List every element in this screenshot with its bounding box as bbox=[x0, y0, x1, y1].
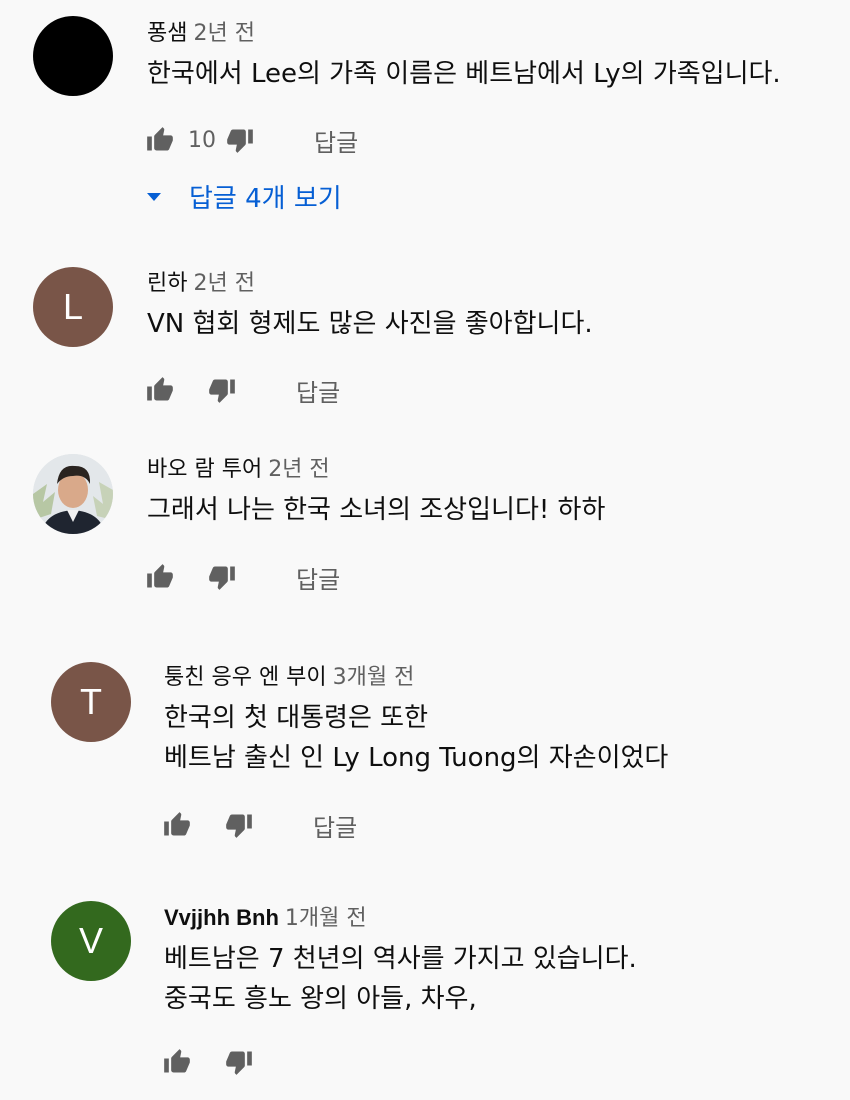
thumb-down-icon[interactable] bbox=[223, 811, 255, 839]
thumb-up-icon[interactable] bbox=[144, 563, 176, 591]
thumb-down-icon[interactable] bbox=[223, 1048, 255, 1076]
comment-text-line: 한국에서 Lee의 가족 이름은 베트남에서 Ly의 가족입니다. bbox=[147, 59, 781, 89]
comment-text-line: 한국의 첫 대통령은 또한 bbox=[164, 703, 428, 733]
avatar-letter: L bbox=[62, 286, 84, 327]
comment-author[interactable]: 린하 bbox=[147, 271, 187, 296]
comment-text: VN 협회 형제도 많은 사진을 좋아합니다. bbox=[147, 304, 593, 344]
comment-actions: 답글 bbox=[144, 373, 340, 408]
comment-text-line: 중국도 흥노 왕의 아들, 차우, bbox=[164, 984, 477, 1014]
comment-actions: 10 답글 bbox=[144, 123, 358, 158]
avatar[interactable]: L bbox=[33, 267, 113, 347]
avatar-letter: V bbox=[78, 920, 103, 961]
thumb-up-icon[interactable] bbox=[144, 126, 176, 154]
thumb-down-icon[interactable] bbox=[206, 563, 238, 591]
avatar[interactable] bbox=[33, 454, 113, 534]
thumb-down-icon[interactable] bbox=[206, 376, 238, 404]
comment-text-line: 베트남 출신 인 Ly Long Tuong의 자손이었다 bbox=[164, 743, 669, 773]
avatar[interactable]: T bbox=[51, 662, 131, 742]
comment-time[interactable]: 3개월 전 bbox=[333, 665, 415, 690]
comment-time[interactable]: 2년 전 bbox=[193, 21, 254, 46]
comment-time[interactable]: 2년 전 bbox=[193, 271, 254, 296]
comment-time[interactable]: 1개월 전 bbox=[285, 906, 367, 931]
thumb-down-icon[interactable] bbox=[224, 126, 256, 154]
comment-text: 그래서 나는 한국 소녀의 조상입니다! 하하 bbox=[147, 490, 605, 530]
comment-text: 한국의 첫 대통령은 또한 베트남 출신 인 Ly Long Tuong의 자손… bbox=[164, 698, 668, 778]
avatar[interactable] bbox=[33, 16, 113, 96]
comment-text-line: 베트남은 7 천년의 역사를 가지고 있습니다. bbox=[164, 944, 637, 974]
avatar-letter: T bbox=[80, 681, 102, 722]
view-replies-button[interactable]: 답글 4개 보기 bbox=[147, 178, 342, 215]
comment-text-line: 그래서 나는 한국 소녀의 조상입니다! 하하 bbox=[147, 495, 606, 525]
reply-button[interactable]: 답글 bbox=[296, 373, 340, 408]
comment-author[interactable]: 바오 람 투어 bbox=[147, 457, 262, 482]
caret-down-icon bbox=[147, 192, 161, 201]
reply-button[interactable]: 답글 bbox=[314, 123, 358, 158]
comment-actions: 답글 bbox=[144, 560, 340, 595]
comment-time[interactable]: 2년 전 bbox=[268, 457, 329, 482]
comment-actions: 답글 bbox=[161, 808, 357, 843]
reply-button[interactable]: 답글 bbox=[296, 560, 340, 595]
thumb-up-icon[interactable] bbox=[144, 376, 176, 404]
avatar[interactable]: V bbox=[51, 901, 131, 981]
like-count: 10 bbox=[188, 127, 216, 153]
comment-text: 한국에서 Lee의 가족 이름은 베트남에서 Ly의 가족입니다. bbox=[147, 54, 781, 94]
comment-actions bbox=[161, 1046, 255, 1078]
comment-author[interactable]: 퐁샘 bbox=[147, 21, 187, 46]
thumb-up-icon[interactable] bbox=[161, 811, 193, 839]
comment-author[interactable]: 퉁친 응우 엔 부이 bbox=[164, 665, 327, 690]
comment-author[interactable]: Vvjjhh Bnh bbox=[164, 905, 279, 930]
comment-text: 베트남은 7 천년의 역사를 가지고 있습니다. 중국도 흥노 왕의 아들, 차… bbox=[164, 939, 637, 1019]
comment-text-line: VN 협회 형제도 많은 사진을 좋아합니다. bbox=[147, 309, 593, 339]
thumb-up-icon[interactable] bbox=[161, 1048, 193, 1076]
reply-button[interactable]: 답글 bbox=[313, 808, 357, 843]
person-photo-icon bbox=[33, 454, 113, 534]
view-replies-label: 답글 4개 보기 bbox=[189, 184, 342, 214]
